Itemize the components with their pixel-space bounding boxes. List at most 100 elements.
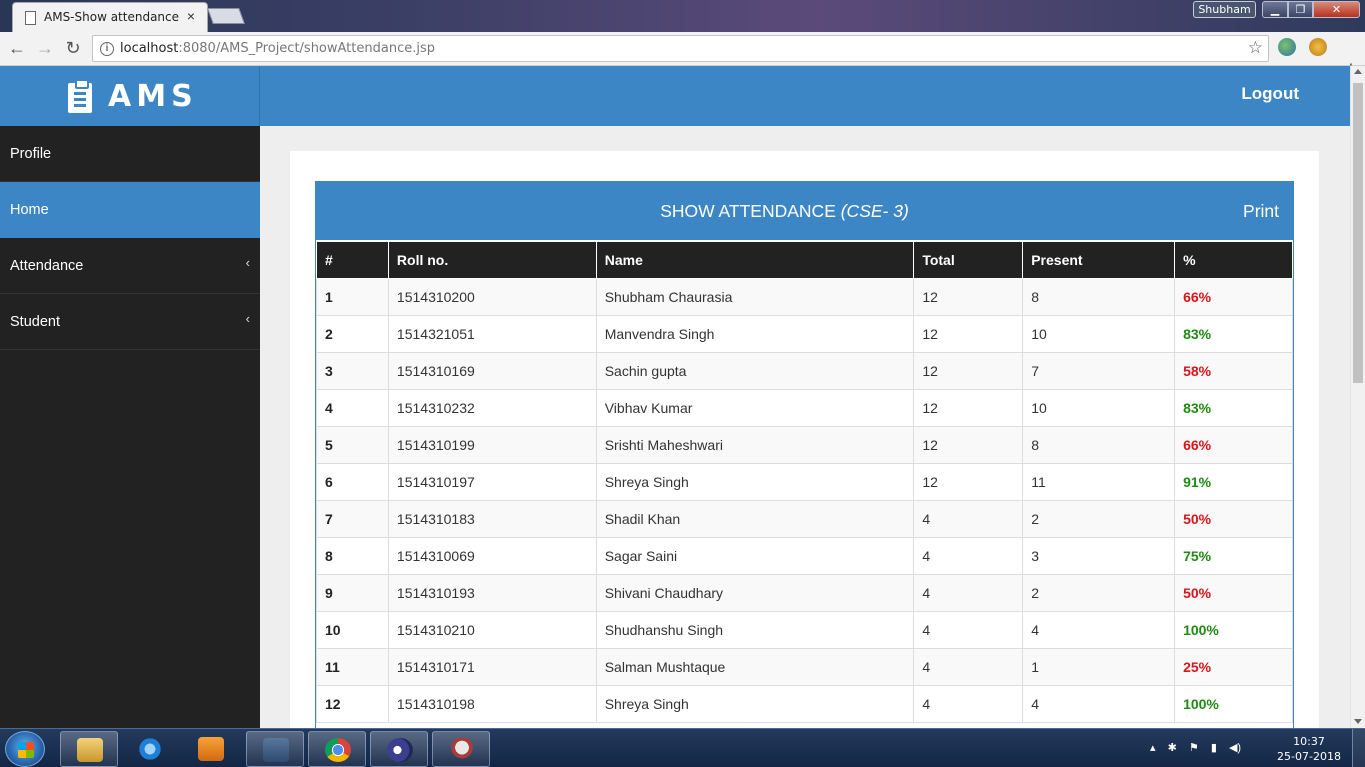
row-number: 1 bbox=[316, 277, 389, 316]
start-button[interactable] bbox=[5, 731, 45, 767]
url-text[interactable]: localhost:8080/AMS_Project/showAttendanc… bbox=[120, 41, 435, 56]
power-icon[interactable]: ▮ bbox=[1211, 741, 1217, 754]
roll-number-cell: 1514310232 bbox=[387, 388, 597, 427]
url-path: :8080/AMS_Project/showAttendance.jsp bbox=[178, 41, 435, 56]
minimize-button[interactable]: ▁ bbox=[1262, 1, 1288, 18]
gimp-icon bbox=[449, 738, 475, 762]
column-header: # bbox=[316, 240, 389, 279]
sidebar-item-attendance[interactable]: Attendance ‹ bbox=[0, 238, 260, 294]
clipboard-icon bbox=[68, 79, 92, 113]
brand-header[interactable]: AMS bbox=[0, 66, 260, 126]
roll-number-cell: 1514310199 bbox=[387, 425, 597, 464]
tab-close-icon[interactable]: × bbox=[187, 8, 195, 24]
present-cell: 8 bbox=[1022, 425, 1176, 464]
percentage-cell: 58% bbox=[1174, 351, 1293, 390]
new-tab-button[interactable] bbox=[207, 8, 245, 24]
sidebar-item-label: Student bbox=[10, 314, 60, 330]
table-row: 10 1514310210 Shudhanshu Singh 4 4 100% bbox=[316, 610, 1293, 649]
sidebar-item-profile[interactable]: Profile bbox=[0, 126, 260, 182]
percentage-cell: 25% bbox=[1174, 647, 1293, 686]
student-name-cell: Shivani Chaudhary bbox=[595, 573, 915, 612]
volume-icon[interactable]: ◀) bbox=[1229, 741, 1241, 754]
print-button[interactable]: Print bbox=[1243, 201, 1279, 222]
taskbar-mysql[interactable] bbox=[246, 731, 304, 767]
present-cell: 8 bbox=[1022, 277, 1176, 316]
present-cell: 4 bbox=[1022, 684, 1176, 723]
table-row: 9 1514310193 Shivani Chaudhary 4 2 50% bbox=[316, 573, 1293, 612]
roll-number-cell: 1514321051 bbox=[387, 314, 597, 353]
forward-button[interactable]: → bbox=[34, 37, 56, 59]
roll-number-cell: 1514310183 bbox=[387, 499, 597, 538]
scrollbar-thumb[interactable] bbox=[1353, 83, 1363, 383]
table-row: 6 1514310197 Shreya Singh 12 11 91% bbox=[316, 462, 1293, 501]
row-number: 2 bbox=[316, 314, 389, 353]
percentage-cell: 66% bbox=[1174, 425, 1293, 464]
content-card: SHOW ATTENDANCE (CSE- 3) Print # Roll no… bbox=[290, 151, 1319, 728]
extension-owl-icon[interactable] bbox=[1309, 38, 1327, 56]
table-row: 3 1514310169 Sachin gupta 12 7 58% bbox=[316, 351, 1293, 390]
roll-number-cell: 1514310197 bbox=[387, 462, 597, 501]
table-row: 7 1514310183 Shadil Khan 4 2 50% bbox=[316, 499, 1293, 538]
tray-app-icon[interactable]: ✱ bbox=[1168, 741, 1177, 754]
logout-link[interactable]: Logout bbox=[1241, 84, 1299, 104]
back-button[interactable]: ← bbox=[6, 37, 28, 59]
roll-number-cell: 1514310198 bbox=[387, 684, 597, 723]
bookmark-star-icon[interactable]: ☆ bbox=[1248, 38, 1263, 58]
action-center-flag-icon[interactable]: ⚑ bbox=[1189, 741, 1199, 754]
clock-time: 10:37 bbox=[1293, 735, 1325, 748]
row-number: 5 bbox=[316, 425, 389, 464]
percentage-cell: 50% bbox=[1174, 573, 1293, 612]
total-cell: 12 bbox=[913, 351, 1024, 390]
row-number: 9 bbox=[316, 573, 389, 612]
taskbar-eclipse[interactable] bbox=[370, 731, 428, 767]
student-name-cell: Vibhav Kumar bbox=[595, 388, 915, 427]
taskbar-clock[interactable]: 10:37 25-07-2018 bbox=[1277, 734, 1341, 764]
sidebar-item-student[interactable]: Student ‹ bbox=[0, 294, 260, 350]
total-cell: 4 bbox=[913, 684, 1024, 723]
profile-user-badge[interactable]: Shubham bbox=[1193, 1, 1256, 18]
row-number: 7 bbox=[316, 499, 389, 538]
close-window-button[interactable]: ✕ bbox=[1313, 1, 1360, 18]
roll-number-cell: 1514310069 bbox=[387, 536, 597, 575]
maximize-button[interactable]: ❐ bbox=[1288, 1, 1313, 18]
main-content: SHOW ATTENDANCE (CSE- 3) Print # Roll no… bbox=[260, 126, 1350, 728]
chevron-left-icon: ‹ bbox=[245, 311, 250, 326]
address-bar[interactable]: i localhost:8080/AMS_Project/showAttenda… bbox=[92, 35, 1269, 62]
tray-expand-icon[interactable]: ▴ bbox=[1150, 741, 1156, 754]
table-row: 11 1514310171 Salman Mushtaque 4 1 25% bbox=[316, 647, 1293, 686]
browser-tab[interactable]: AMS-Show attendance × bbox=[12, 2, 208, 32]
class-name: (CSE- 3) bbox=[840, 201, 909, 221]
student-name-cell: Manvendra Singh bbox=[595, 314, 915, 353]
reload-button[interactable]: ↻ bbox=[62, 37, 84, 59]
url-host: localhost bbox=[120, 41, 179, 56]
tab-title: AMS-Show attendance bbox=[44, 10, 180, 24]
chevron-left-icon: ‹ bbox=[245, 255, 250, 270]
taskbar-ie[interactable] bbox=[121, 731, 179, 767]
scroll-down-icon[interactable] bbox=[1354, 719, 1362, 724]
column-header: Total bbox=[913, 240, 1024, 279]
taskbar-media-player[interactable] bbox=[182, 731, 240, 767]
attendance-panel: SHOW ATTENDANCE (CSE- 3) Print # Roll no… bbox=[315, 181, 1294, 728]
browser-titlebar: AMS-Show attendance × Shubham ▁ ❐ ✕ bbox=[0, 0, 1365, 32]
site-info-icon[interactable]: i bbox=[100, 42, 114, 56]
top-navbar: Logout bbox=[260, 66, 1350, 126]
extension-globe-icon[interactable] bbox=[1278, 38, 1296, 56]
percentage-cell: 100% bbox=[1174, 684, 1293, 723]
table-row: 5 1514310199 Srishti Maheshwari 12 8 66% bbox=[316, 425, 1293, 464]
media-player-icon bbox=[198, 737, 224, 761]
present-cell: 11 bbox=[1022, 462, 1176, 501]
total-cell: 12 bbox=[913, 277, 1024, 316]
sidebar-item-home[interactable]: Home bbox=[0, 182, 260, 238]
show-desktop-button[interactable] bbox=[1352, 729, 1365, 767]
roll-number-cell: 1514310210 bbox=[387, 610, 597, 649]
student-name-cell: Shreya Singh bbox=[595, 462, 915, 501]
scroll-up-icon[interactable] bbox=[1354, 69, 1362, 74]
table-row: 8 1514310069 Sagar Saini 4 3 75% bbox=[316, 536, 1293, 575]
taskbar-gimp[interactable] bbox=[432, 731, 490, 767]
table-row: 4 1514310232 Vibhav Kumar 12 10 83% bbox=[316, 388, 1293, 427]
page-scrollbar[interactable] bbox=[1350, 66, 1365, 728]
taskbar-explorer[interactable] bbox=[60, 731, 118, 767]
row-number: 10 bbox=[316, 610, 389, 649]
total-cell: 12 bbox=[913, 388, 1024, 427]
taskbar-chrome[interactable] bbox=[308, 731, 366, 767]
